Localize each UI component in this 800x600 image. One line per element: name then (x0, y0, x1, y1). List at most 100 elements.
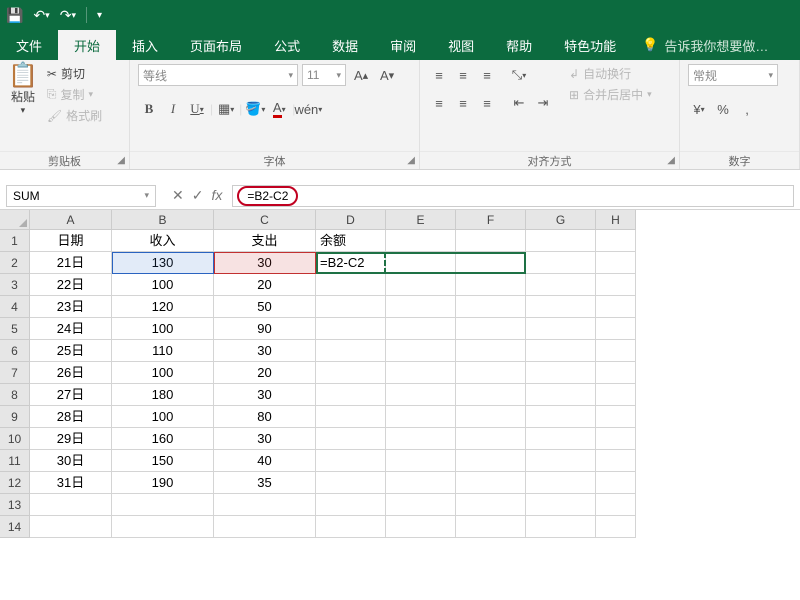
fill-color-button[interactable]: 🪣▾ (244, 98, 266, 120)
cell-D1[interactable]: 余额 (316, 230, 386, 252)
align-launcher-icon[interactable]: ◢ (667, 155, 675, 166)
cell-G2[interactable] (526, 252, 596, 274)
increase-font-icon[interactable]: A▴ (350, 64, 372, 86)
row-header-11[interactable]: 11 (0, 450, 30, 472)
cell-E9[interactable] (386, 406, 456, 428)
underline-button[interactable]: U▾ (186, 98, 208, 120)
cell-B2[interactable]: 130 (112, 252, 214, 274)
row-header-3[interactable]: 3 (0, 274, 30, 296)
row-header-2[interactable]: 2 (0, 252, 30, 274)
cell-G12[interactable] (526, 472, 596, 494)
cell-C9[interactable]: 80 (214, 406, 316, 428)
row-header-10[interactable]: 10 (0, 428, 30, 450)
cell-H12[interactable] (596, 472, 636, 494)
percent-icon[interactable]: % (712, 98, 734, 120)
cell-F5[interactable] (456, 318, 526, 340)
cell-G1[interactable] (526, 230, 596, 252)
formula-input[interactable]: =B2-C2 (232, 185, 794, 207)
cell-A14[interactable] (30, 516, 112, 538)
cell-C2[interactable]: 30 (214, 252, 316, 274)
cell-H11[interactable] (596, 450, 636, 472)
enter-formula-icon[interactable]: ✓ (192, 187, 204, 204)
row-header-1[interactable]: 1 (0, 230, 30, 252)
cell-F9[interactable] (456, 406, 526, 428)
cell-A8[interactable]: 27日 (30, 384, 112, 406)
select-all-corner[interactable] (0, 210, 30, 230)
cell-C4[interactable]: 50 (214, 296, 316, 318)
col-header-D[interactable]: D (316, 210, 386, 230)
cell-F2[interactable] (456, 252, 526, 274)
border-button[interactable]: ▦▾ (215, 98, 237, 120)
cell-D13[interactable] (316, 494, 386, 516)
tab-data[interactable]: 数据 (316, 30, 374, 60)
cell-B5[interactable]: 100 (112, 318, 214, 340)
cell-E5[interactable] (386, 318, 456, 340)
cell-B9[interactable]: 100 (112, 406, 214, 428)
align-middle-icon[interactable]: ≡ (452, 64, 474, 86)
orientation-icon[interactable]: ⤡▾ (508, 64, 530, 86)
tab-home[interactable]: 开始 (58, 30, 116, 60)
cell-C11[interactable]: 40 (214, 450, 316, 472)
cell-G9[interactable] (526, 406, 596, 428)
cell-D11[interactable] (316, 450, 386, 472)
cell-D12[interactable] (316, 472, 386, 494)
row-header-9[interactable]: 9 (0, 406, 30, 428)
cell-G11[interactable] (526, 450, 596, 472)
redo-icon[interactable]: ↷▾ (60, 7, 76, 24)
spreadsheet-grid[interactable]: ABCDEFGH 1234567891011121314 日期收入支出余额21日… (0, 210, 800, 590)
cell-A7[interactable]: 26日 (30, 362, 112, 384)
cell-G10[interactable] (526, 428, 596, 450)
fx-icon[interactable]: fx (211, 187, 222, 204)
cell-F13[interactable] (456, 494, 526, 516)
cell-B3[interactable]: 100 (112, 274, 214, 296)
cell-H3[interactable] (596, 274, 636, 296)
decrease-font-icon[interactable]: A▾ (376, 64, 398, 86)
cell-B11[interactable]: 150 (112, 450, 214, 472)
tab-file[interactable]: 文件 (0, 30, 58, 60)
cell-G6[interactable] (526, 340, 596, 362)
cell-D9[interactable] (316, 406, 386, 428)
align-bottom-icon[interactable]: ≡ (476, 64, 498, 86)
cell-H13[interactable] (596, 494, 636, 516)
col-header-G[interactable]: G (526, 210, 596, 230)
cell-C12[interactable]: 35 (214, 472, 316, 494)
cell-C14[interactable] (214, 516, 316, 538)
row-header-8[interactable]: 8 (0, 384, 30, 406)
cell-D7[interactable] (316, 362, 386, 384)
undo-icon[interactable]: ↶▾ (33, 7, 49, 24)
cell-H9[interactable] (596, 406, 636, 428)
currency-icon[interactable]: ¥▾ (688, 98, 710, 120)
save-icon[interactable]: 💾 (6, 7, 23, 24)
copy-button[interactable]: ⎘复制▾ (44, 85, 105, 104)
format-painter-button[interactable]: 🖌格式刷 (44, 106, 105, 125)
cell-C3[interactable]: 20 (214, 274, 316, 296)
row-header-13[interactable]: 13 (0, 494, 30, 516)
cell-H7[interactable] (596, 362, 636, 384)
cell-H6[interactable] (596, 340, 636, 362)
align-top-icon[interactable]: ≡ (428, 64, 450, 86)
cell-H10[interactable] (596, 428, 636, 450)
cell-E11[interactable] (386, 450, 456, 472)
cell-H8[interactable] (596, 384, 636, 406)
tab-help[interactable]: 帮助 (490, 30, 548, 60)
comma-icon[interactable]: , (736, 98, 758, 120)
cell-A11[interactable]: 30日 (30, 450, 112, 472)
cell-D4[interactable] (316, 296, 386, 318)
cell-A1[interactable]: 日期 (30, 230, 112, 252)
qat-customize-icon[interactable]: ▾ (97, 10, 102, 21)
font-size-combo[interactable]: 11▾ (302, 64, 346, 86)
cell-H5[interactable] (596, 318, 636, 340)
cell-H14[interactable] (596, 516, 636, 538)
col-header-H[interactable]: H (596, 210, 636, 230)
cell-B13[interactable] (112, 494, 214, 516)
bold-button[interactable]: B (138, 98, 160, 120)
cell-A12[interactable]: 31日 (30, 472, 112, 494)
cell-A9[interactable]: 28日 (30, 406, 112, 428)
increase-indent-icon[interactable]: ⇥ (532, 92, 554, 114)
col-header-C[interactable]: C (214, 210, 316, 230)
cell-F1[interactable] (456, 230, 526, 252)
col-header-E[interactable]: E (386, 210, 456, 230)
tab-special[interactable]: 特色功能 (548, 30, 632, 60)
cell-G8[interactable] (526, 384, 596, 406)
cell-E13[interactable] (386, 494, 456, 516)
